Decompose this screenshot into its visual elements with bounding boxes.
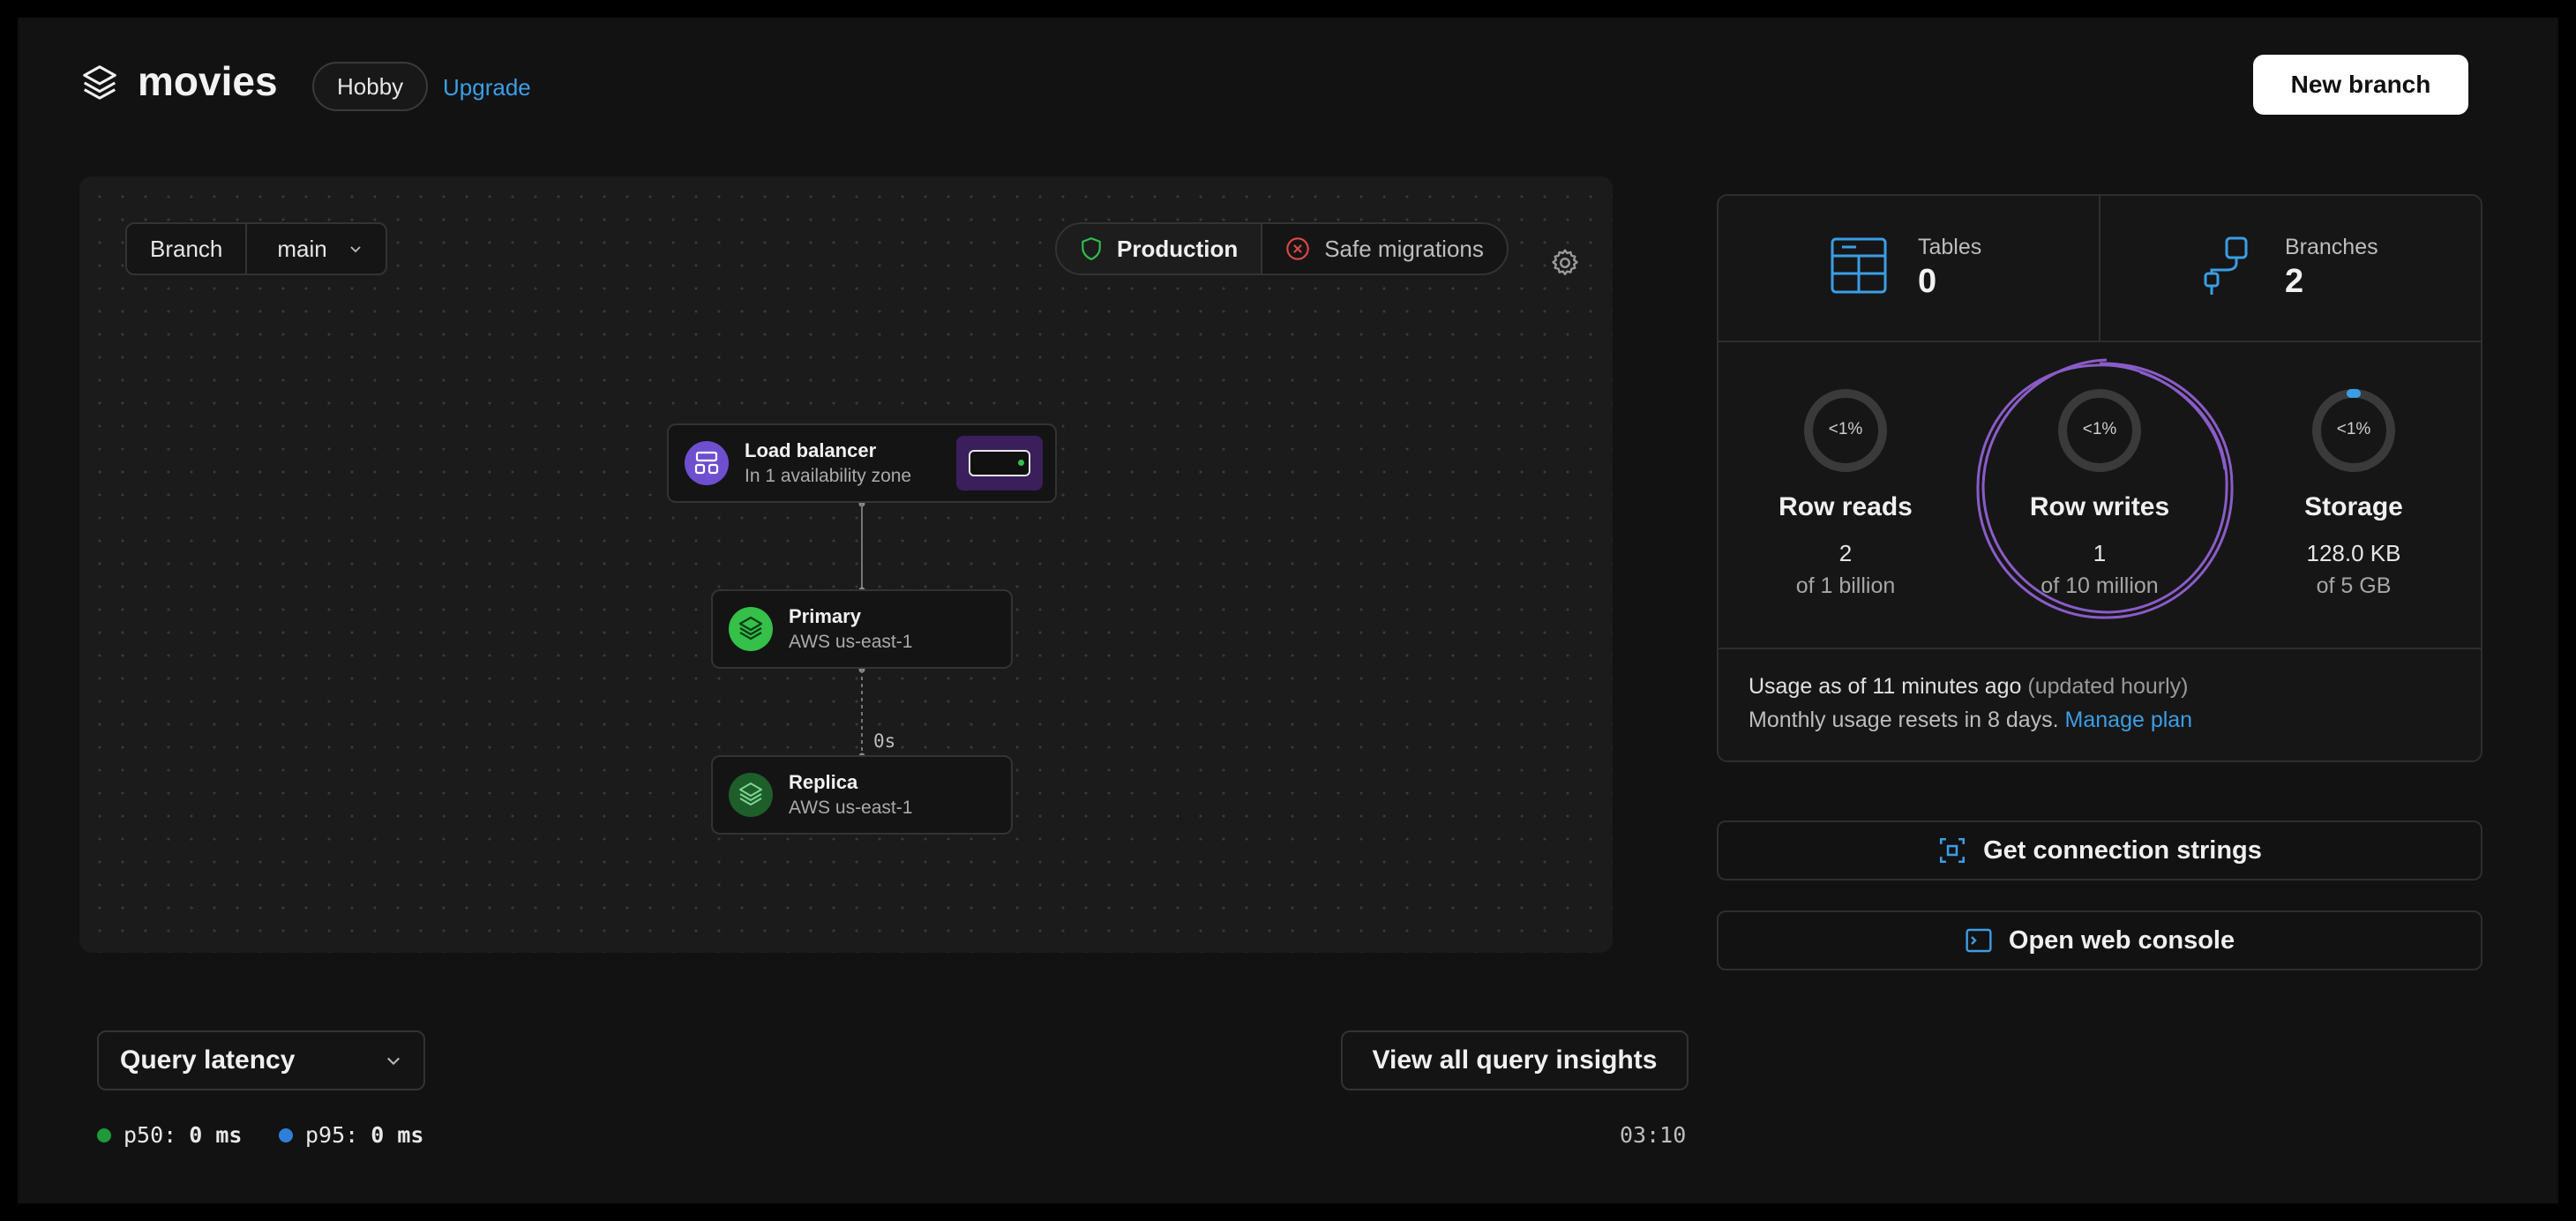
branches-count: 2 (2285, 263, 2304, 300)
p95-legend: p95: 0 ms (279, 1122, 423, 1148)
usage-reset: Monthly usage resets in 8 days. Manage p… (1749, 708, 2192, 733)
replica-title: Replica (789, 771, 858, 793)
open-web-console-button[interactable]: Open web console (1717, 910, 2482, 970)
production-pill[interactable]: Production (1057, 224, 1263, 273)
branch-status-pills: Production Safe migrations (1055, 222, 1509, 275)
divider (1719, 341, 2481, 342)
web-console-label: Open web console (2008, 925, 2235, 955)
primary-node[interactable]: Primary AWS us-east-1 (711, 589, 1013, 669)
storage-limit: of 5 GB (2316, 573, 2392, 598)
replication-lag: 0s (873, 730, 896, 752)
load-balancer-icon (685, 441, 729, 485)
table-icon (1831, 237, 1887, 294)
load-balancer-node[interactable]: Load balancer In 1 availability zone (667, 423, 1057, 503)
usage-timestamp: Usage as of 11 minutes ago (updated hour… (1749, 674, 2188, 700)
tables-label: Tables (1918, 235, 1982, 259)
close-circle-icon (1286, 237, 1309, 260)
new-branch-button[interactable]: New branch (2253, 55, 2468, 115)
branch-icon (2204, 236, 2248, 295)
tables-count: 0 (1918, 263, 1937, 300)
reset-line: Monthly usage resets in 8 days. (1749, 708, 2059, 732)
connection-strings-label: Get connection strings (1983, 835, 2262, 865)
primary-database-icon (729, 607, 773, 651)
chevron-down-icon (350, 246, 361, 253)
replica-database-icon (729, 773, 773, 817)
branch-selector[interactable]: Branch main (125, 222, 387, 275)
p50-value: 0 ms (189, 1122, 243, 1148)
divider (1719, 648, 2481, 649)
divider (2099, 196, 2100, 341)
storage-percent: <1% (2336, 420, 2371, 438)
p50-legend: p50: 0 ms (97, 1122, 242, 1148)
plan-badge: Hobby (312, 62, 429, 111)
app-title: movies (138, 58, 278, 104)
p50-dot (97, 1127, 111, 1142)
row-reads-value: 2 (1838, 540, 1853, 566)
replica-node[interactable]: Replica AWS us-east-1 (711, 755, 1013, 835)
replica-subtitle: AWS us-east-1 (789, 798, 913, 818)
usage-updated-note: (updated hourly) (2027, 674, 2189, 699)
layers-logo-icon (83, 65, 116, 100)
shield-icon (1082, 237, 1101, 260)
row-reads-title: Row reads (1778, 492, 1913, 521)
view-query-insights-button[interactable]: View all query insights (1341, 1030, 1689, 1090)
branches-label: Branches (2285, 235, 2378, 259)
p95-dot (279, 1127, 293, 1142)
latency-timestamp: 03:10 (1620, 1122, 1687, 1148)
query-latency-selector[interactable]: Query latency (97, 1030, 425, 1090)
load-balancer-subtitle: In 1 availability zone (745, 466, 912, 486)
query-latency-label: Query latency (120, 1045, 296, 1075)
upgrade-link[interactable]: Upgrade (443, 74, 531, 101)
chevron-down-icon (387, 1057, 400, 1066)
manage-plan-link[interactable]: Manage plan (2065, 708, 2193, 732)
row-reads-limit: of 1 billion (1795, 573, 1896, 598)
terminal-icon (1966, 928, 1992, 953)
p95-label: p95: (305, 1122, 359, 1148)
usage-line: Usage as of 11 minutes ago (1749, 674, 2022, 699)
storage-title: Storage (2304, 492, 2403, 521)
primary-title: Primary (789, 605, 861, 627)
annotation-circle (1976, 358, 2234, 619)
safe-migrations-pill[interactable]: Safe migrations (1262, 224, 1507, 273)
gear-icon[interactable] (1549, 247, 1581, 279)
server-icon (956, 436, 1043, 491)
connect-icon (1940, 837, 1966, 864)
branch-dropdown[interactable]: main (247, 224, 385, 273)
safe-migrations-label: Safe migrations (1324, 236, 1484, 262)
row-reads-percent: <1% (1828, 420, 1863, 438)
primary-subtitle: AWS us-east-1 (789, 632, 913, 652)
storage-value: 128.0 KB (2306, 540, 2401, 566)
production-label: Production (1117, 236, 1239, 262)
branch-selector-label: Branch (127, 224, 248, 273)
p50-label: p50: (124, 1122, 177, 1148)
branch-diagram-canvas (79, 176, 1613, 953)
load-balancer-title: Load balancer (745, 439, 877, 461)
branch-value: main (277, 236, 327, 262)
get-connection-strings-button[interactable]: Get connection strings (1717, 820, 2482, 880)
p95-value: 0 ms (371, 1122, 424, 1148)
